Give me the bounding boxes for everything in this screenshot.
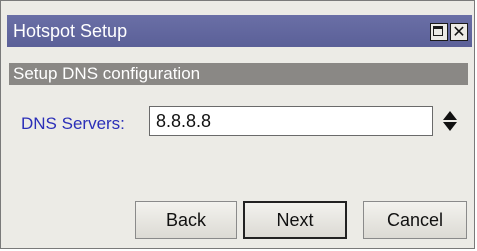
maximize-icon[interactable] — [430, 23, 448, 41]
close-glyph: ✕ — [452, 22, 466, 41]
dns-spinner[interactable] — [441, 109, 459, 133]
dns-servers-label: DNS Servers: — [21, 114, 125, 133]
title-bar[interactable]: Hotspot Setup ✕ — [7, 15, 472, 47]
cancel-button[interactable]: Cancel — [363, 201, 467, 239]
spinner-up-icon[interactable] — [443, 111, 457, 120]
dns-servers-input[interactable] — [149, 106, 433, 136]
next-button[interactable]: Next — [243, 201, 347, 239]
back-button[interactable]: Back — [135, 201, 237, 239]
hotspot-setup-window: Hotspot Setup ✕ Setup DNS configuration … — [0, 0, 475, 249]
close-icon[interactable]: ✕ — [450, 22, 468, 41]
spinner-down-icon[interactable] — [443, 122, 457, 131]
window-title: Hotspot Setup — [13, 21, 128, 41]
section-header: Setup DNS configuration — [9, 63, 468, 85]
